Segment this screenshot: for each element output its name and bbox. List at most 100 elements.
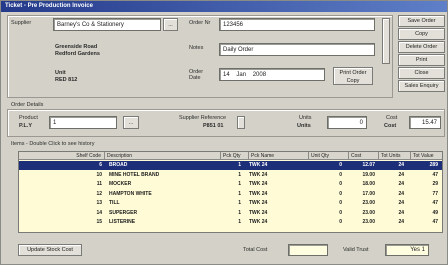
cost-sublabel: Cost — [384, 123, 397, 129]
print-order-button[interactable]: Print Order Copy — [333, 67, 373, 85]
table-cell: 1 — [238, 209, 241, 216]
table-cell: 19.00 — [362, 171, 375, 178]
table-cell: 1 — [238, 190, 241, 197]
items-grid[interactable]: Shelf Code Description Pck Qty Pck Name … — [18, 151, 443, 233]
grid-header: Shelf Code Description Pck Qty Pck Name … — [19, 152, 442, 160]
table-cell: MOCKER — [109, 181, 132, 187]
table-cell: TILL — [109, 200, 120, 206]
product-lookup-button[interactable]: ... — [123, 116, 139, 129]
order-number-label: Order Nr — [189, 20, 211, 26]
order-date-label: Order Date — [189, 69, 204, 81]
table-cell: 47 — [432, 219, 438, 225]
table-cell: 1 — [238, 181, 241, 187]
supplier-label: Supplier — [11, 20, 32, 26]
table-cell: 24 — [398, 181, 404, 187]
table-cell: 24 — [398, 171, 404, 178]
sales-enquiry-button[interactable]: Sales Enquiry — [398, 80, 445, 92]
table-cell: 6 — [99, 162, 102, 168]
cost-label: Cost — [386, 115, 398, 121]
order-details-section-label: Order Details — [11, 102, 44, 108]
supplier-reference-label: Supplier Reference — [179, 115, 227, 121]
table-row[interactable]: 10 MINE HOTEL BRAND 1 TWK 24 0 19.00 24 47 — [19, 171, 442, 180]
product-label: Product — [19, 115, 38, 121]
table-row[interactable]: 6 BROAD 1 TWK 24 0 12.07 24 289 — [19, 161, 442, 170]
copy-button[interactable]: Copy — [398, 28, 445, 40]
valid-trust-label: Valid Trust — [343, 247, 369, 253]
units-label: Units — [299, 115, 312, 121]
table-row[interactable]: 13 TILL 1 TWK 24 0 23.00 24 47 — [19, 199, 442, 208]
table-cell: TWK 24 — [249, 190, 268, 197]
order-date-field[interactable]: 14 Jan 2008 — [219, 68, 325, 81]
supplier-reference-dropdown[interactable] — [237, 116, 245, 129]
column-header[interactable]: Pck Name — [249, 152, 309, 160]
table-cell: 24 — [398, 162, 404, 168]
table-cell: HAMPTON WHITE — [109, 190, 152, 197]
table-cell: TWK 24 — [249, 181, 268, 187]
table-cell: 0 — [339, 171, 342, 178]
table-cell: 0 — [339, 162, 342, 168]
scroll-right-tab[interactable] — [382, 18, 390, 64]
supplier-lookup-button[interactable]: ... — [163, 18, 178, 31]
table-cell: 15 — [96, 219, 102, 225]
table-cell: 12.07 — [362, 162, 375, 168]
supplier-reference-value: P851 01 — [203, 123, 224, 129]
table-cell: 17.00 — [362, 190, 375, 197]
table-cell: 10 — [96, 171, 102, 178]
table-row[interactable]: 14 SUPERGER 1 TWK 24 0 23.00 24 49 — [19, 209, 442, 218]
table-cell: 1 — [238, 171, 241, 178]
column-header[interactable]: Shelf Code — [19, 152, 105, 160]
notes-field[interactable]: Daily Order — [219, 43, 375, 56]
close-button[interactable]: Close — [398, 67, 445, 79]
delete-order-button[interactable]: Delete Order — [398, 41, 445, 53]
table-cell: TWK 24 — [249, 209, 268, 216]
column-header[interactable]: Description — [105, 152, 221, 160]
update-stock-cost-button[interactable]: Update Stock Cost — [18, 244, 82, 256]
table-cell: 289 — [429, 162, 438, 168]
window-title: Ticket - Pre Production Invoice — [1, 1, 447, 12]
product-code-field[interactable]: 1 — [49, 116, 117, 129]
column-header[interactable]: Unit Qty — [309, 152, 349, 160]
table-cell: 47 — [432, 200, 438, 206]
table-cell: 29 — [432, 181, 438, 187]
order-number-field[interactable]: 123456 — [219, 18, 375, 31]
table-cell: 49 — [432, 209, 438, 216]
table-cell: 24 — [398, 219, 404, 225]
table-cell: 24 — [398, 190, 404, 197]
table-cell: 11 — [96, 181, 102, 187]
notes-label: Notes — [189, 45, 204, 51]
print-button[interactable]: Print — [398, 54, 445, 66]
column-header[interactable]: Pck Qty — [221, 152, 249, 160]
supplier-area-value: RED 812 — [55, 77, 78, 83]
table-cell: 23.00 — [362, 219, 375, 225]
table-cell: 47 — [432, 171, 438, 178]
supplier-field[interactable]: Barney's Co & Stationery — [53, 18, 161, 31]
order-date-year: 2008 — [252, 72, 267, 78]
table-row[interactable]: 15 LISTERINE 1 TWK 24 0 23.00 24 47 — [19, 218, 442, 227]
table-cell: 24 — [398, 209, 404, 216]
supplier-address-line-2: Redford Gardens — [55, 51, 100, 57]
column-header[interactable]: Tot Value — [411, 152, 442, 160]
supplier-address-line-1: Greenside Road — [55, 44, 98, 50]
table-cell: 77 — [432, 190, 438, 197]
table-cell: TWK 24 — [249, 200, 268, 206]
table-cell: 0 — [339, 190, 342, 197]
units-field[interactable]: 0 — [327, 116, 367, 129]
column-header[interactable]: Tot Units — [379, 152, 411, 160]
table-cell: TWK 24 — [249, 171, 268, 178]
table-cell: 0 — [339, 209, 342, 216]
table-cell: MINE HOTEL BRAND — [109, 171, 160, 178]
table-cell: 1 — [238, 219, 241, 225]
table-row[interactable]: 12 HAMPTON WHITE 1 TWK 24 0 17.00 24 77 — [19, 190, 442, 199]
column-header[interactable]: Cost — [349, 152, 379, 160]
cost-field[interactable]: 15.47 — [409, 116, 441, 129]
supplier-area-label: Unit — [55, 70, 66, 76]
total-cost-field — [288, 244, 328, 256]
order-date-day: 14 — [223, 72, 230, 78]
invoice-window: Ticket - Pre Production Invoice Supplier… — [0, 0, 448, 265]
print-order-label: Print Order — [339, 70, 367, 76]
table-cell: 23.00 — [362, 200, 375, 206]
save-order-button[interactable]: Save Order — [398, 15, 445, 27]
table-cell: 23.00 — [362, 209, 375, 216]
table-row[interactable]: 11 MOCKER 1 TWK 24 0 18.00 24 29 — [19, 180, 442, 189]
units-sublabel: Units — [297, 123, 311, 129]
